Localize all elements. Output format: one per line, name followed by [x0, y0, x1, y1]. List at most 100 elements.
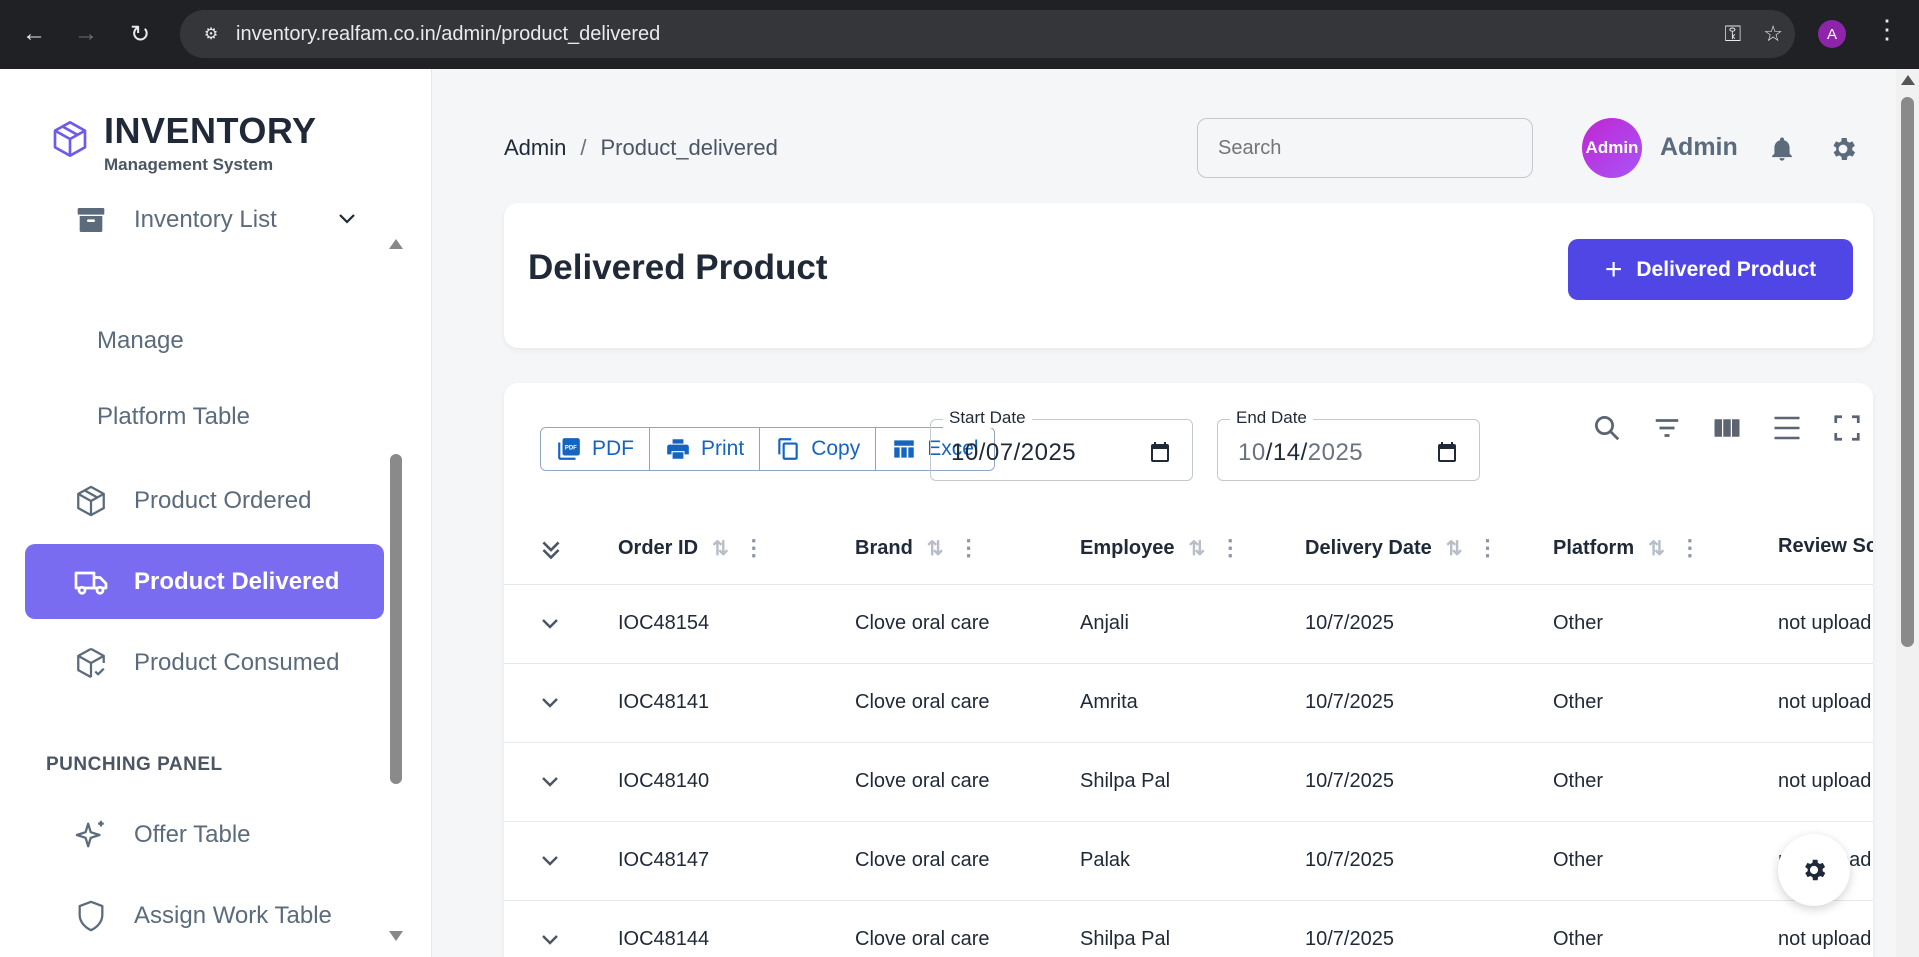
end-date-field[interactable]: End Date 10/14/2025: [1217, 408, 1480, 481]
sidebar-scroll-thumb[interactable]: [390, 454, 402, 784]
column-header-brand[interactable]: Brand ⇅ ⋮: [855, 535, 980, 561]
forward-icon[interactable]: →: [64, 12, 108, 56]
scroll-up-icon[interactable]: [389, 239, 403, 249]
url-text: inventory.realfam.co.in/admin/product_de…: [236, 22, 661, 45]
sort-icon[interactable]: ⇅: [1648, 536, 1665, 561]
sidebar-item-product-ordered[interactable]: Product Ordered: [25, 463, 384, 538]
gear-icon[interactable]: [1828, 134, 1858, 164]
cell-order-id: IOC48154: [618, 612, 710, 634]
breadcrumb-root[interactable]: Admin: [504, 135, 566, 161]
column-menu-icon[interactable]: ⋮: [958, 535, 980, 561]
copy-label: Copy: [811, 437, 861, 460]
column-header-review-screenshot[interactable]: Review Sc: [1778, 535, 1873, 558]
sidebar-item-product-delivered[interactable]: Product Delivered: [25, 544, 384, 619]
sidebar-item-label: Offer Table: [134, 820, 251, 848]
bookmark-star-icon[interactable]: ☆: [1763, 21, 1783, 47]
cell-order-id: IOC48141: [618, 691, 710, 713]
page-scrollbar[interactable]: [1896, 69, 1919, 957]
column-header-platform[interactable]: Platform ⇅ ⋮: [1553, 535, 1701, 561]
table-row[interactable]: IOC48147 Clove oral care Palak 10/7/2025…: [504, 822, 1873, 901]
profile-avatar[interactable]: A: [1818, 20, 1846, 48]
sidebar-subitem-manage[interactable]: Manage: [97, 327, 184, 355]
cell-platform: Other: [1553, 770, 1604, 792]
avatar[interactable]: Admin: [1582, 118, 1642, 178]
cell-order-id: IOC48144: [618, 928, 710, 950]
sparkle-icon: [73, 817, 109, 853]
browser-toolbar: ← → ↻ ⚙ inventory.realfam.co.in/admin/pr…: [0, 0, 1919, 69]
density-icon[interactable]: [1772, 413, 1802, 443]
table-row[interactable]: IOC48140 Clove oral care Shilpa Pal 10/7…: [504, 743, 1873, 822]
cell-employee: Shilpa Pal: [1080, 770, 1171, 792]
chevron-down-icon[interactable]: [538, 769, 562, 793]
back-icon[interactable]: ←: [12, 12, 56, 56]
scroll-up-icon[interactable]: [1901, 75, 1915, 85]
columns-icon[interactable]: [1712, 413, 1742, 443]
cell-brand: Clove oral care: [855, 691, 990, 713]
chevron-down-icon[interactable]: [538, 690, 562, 714]
bell-icon[interactable]: [1768, 135, 1796, 163]
cell-delivery-date: 10/7/2025: [1305, 770, 1394, 792]
table-header: Order ID ⇅ ⋮ Brand ⇅ ⋮ Employee ⇅ ⋮ Delivery D…: [504, 511, 1873, 585]
search-icon[interactable]: [1592, 413, 1622, 443]
calendar-icon[interactable]: [1435, 440, 1459, 464]
sort-icon[interactable]: ⇅: [1188, 536, 1205, 561]
start-date-field[interactable]: Start Date 10/07/2025: [930, 408, 1193, 481]
sidebar-subitem-platform-table[interactable]: Platform Table: [97, 403, 250, 431]
address-bar[interactable]: ⚙ inventory.realfam.co.in/admin/product_…: [180, 10, 1795, 58]
fullscreen-icon[interactable]: [1832, 413, 1862, 443]
sidebar-scrollbar[interactable]: [386, 239, 406, 957]
column-menu-icon[interactable]: ⋮: [1477, 535, 1499, 561]
sidebar: INVENTORY Management System Inventory Li…: [0, 69, 432, 957]
sidebar-item-inventory-list[interactable]: Inventory List: [25, 182, 384, 257]
table-row[interactable]: IOC48141 Clove oral care Amrita 10/7/202…: [504, 664, 1873, 743]
site-settings-icon[interactable]: ⚙: [198, 21, 224, 47]
search-input[interactable]: [1197, 118, 1533, 178]
chevron-down-icon[interactable]: [538, 611, 562, 635]
cell-delivery-date: 10/7/2025: [1305, 691, 1394, 713]
sort-icon[interactable]: ⇅: [927, 536, 944, 561]
table-row[interactable]: IOC48144 Clove oral care Shilpa Pal 10/7…: [504, 901, 1873, 957]
print-button[interactable]: Print: [650, 428, 761, 470]
column-header-order-id[interactable]: Order ID ⇅ ⋮: [618, 535, 765, 561]
box-check-icon: [73, 645, 109, 681]
column-menu-icon[interactable]: ⋮: [1219, 535, 1241, 561]
pdf-label: PDF: [592, 437, 634, 460]
column-menu-icon[interactable]: ⋮: [743, 535, 765, 561]
cell-review: not upload: [1778, 691, 1872, 713]
data-table-card: PDF PDF Print Copy Excel Start Date 10/0…: [504, 383, 1873, 957]
scroll-down-icon[interactable]: [389, 931, 403, 941]
sort-icon[interactable]: ⇅: [1446, 536, 1463, 561]
expand-all-icon[interactable]: [538, 535, 564, 565]
chevron-down-icon[interactable]: [538, 848, 562, 872]
gear-icon: [1805, 859, 1826, 881]
sidebar-item-assign-work-table[interactable]: Assign Work Table: [25, 878, 384, 953]
calendar-icon[interactable]: [1148, 440, 1172, 464]
main-content: Admin / Product_delivered Admin Admin De…: [432, 69, 1896, 957]
sidebar-item-offer-table[interactable]: Offer Table: [25, 797, 384, 872]
table-row[interactable]: IOC48154 Clove oral care Anjali 10/7/202…: [504, 585, 1873, 664]
add-delivered-product-button[interactable]: + Delivered Product: [1568, 239, 1853, 300]
column-menu-icon[interactable]: ⋮: [1679, 535, 1701, 561]
pdf-button[interactable]: PDF PDF: [541, 428, 650, 470]
sort-icon[interactable]: ⇅: [712, 536, 729, 561]
column-header-employee[interactable]: Employee ⇅ ⋮: [1080, 535, 1241, 561]
password-key-icon[interactable]: ⚿: [1725, 21, 1742, 47]
chevron-down-icon[interactable]: [538, 927, 562, 951]
start-date-label: Start Date: [943, 408, 1032, 428]
section-title-punching-panel: PUNCHING PANEL: [46, 754, 223, 775]
brand-title: INVENTORY: [104, 110, 317, 151]
user-name[interactable]: Admin: [1660, 133, 1738, 162]
settings-fab-button[interactable]: [1778, 834, 1850, 906]
plus-icon: +: [1604, 252, 1623, 286]
export-button-group: PDF PDF Print Copy Excel: [540, 427, 995, 471]
chevron-down-icon[interactable]: [335, 206, 359, 230]
reload-icon[interactable]: ↻: [118, 12, 162, 56]
breadcrumb-separator: /: [580, 135, 587, 160]
page-scroll-thumb[interactable]: [1901, 97, 1914, 647]
browser-menu-icon[interactable]: ⋮: [1874, 14, 1900, 45]
column-header-delivery-date[interactable]: Delivery Date ⇅ ⋮: [1305, 535, 1499, 561]
sidebar-item-product-consumed[interactable]: Product Consumed: [25, 625, 384, 700]
filter-icon[interactable]: [1652, 413, 1682, 443]
shield-icon: [73, 898, 109, 934]
copy-button[interactable]: Copy: [760, 428, 877, 470]
